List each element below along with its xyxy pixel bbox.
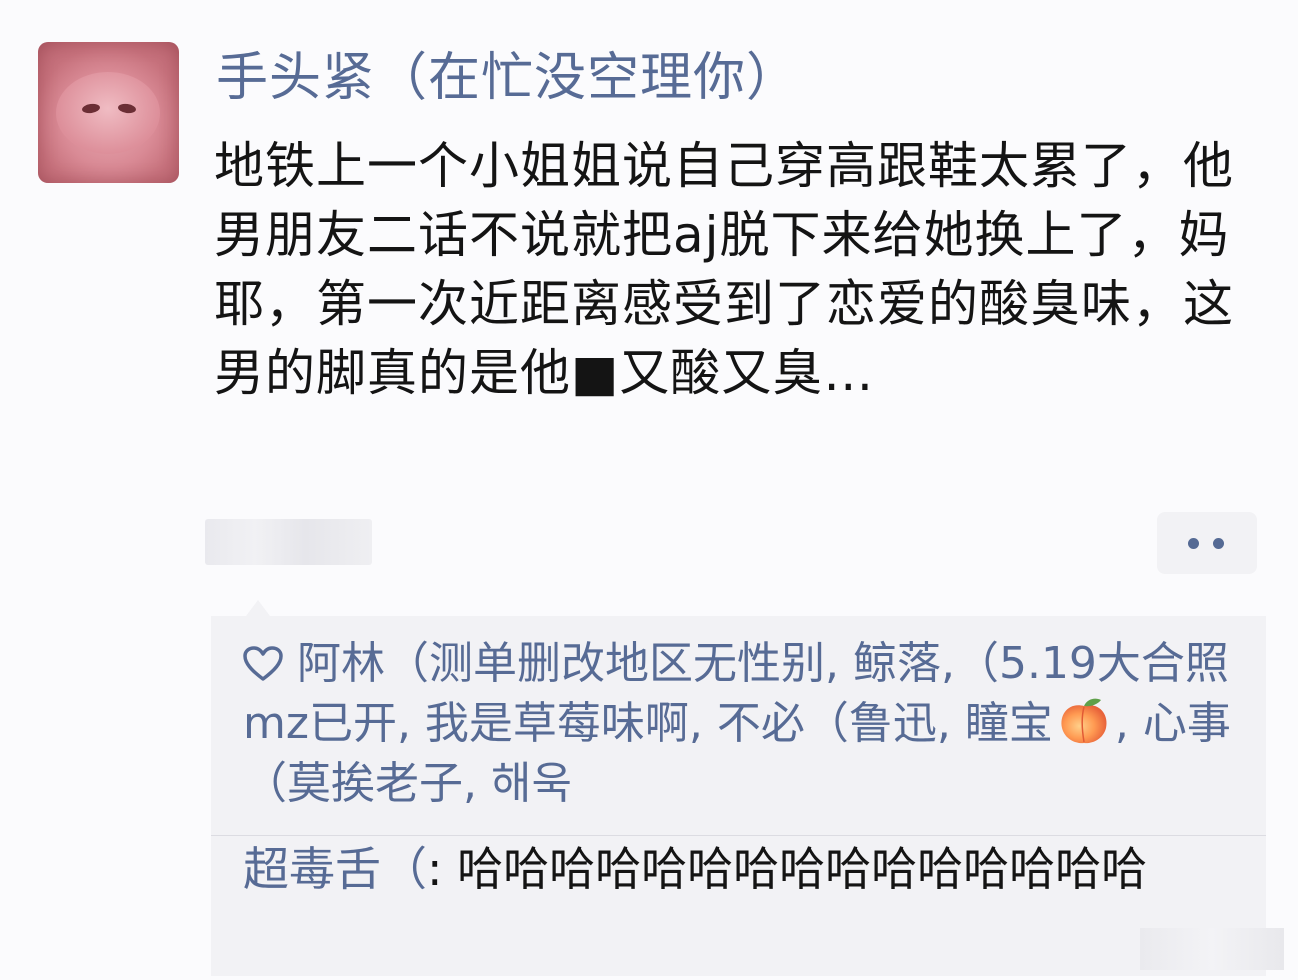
post-timestamp-blurred	[205, 519, 372, 565]
likes-comments-divider	[211, 835, 1266, 836]
comment-text: 哈哈哈哈哈哈哈哈哈哈哈哈哈哈哈	[457, 842, 1148, 896]
more-actions-button[interactable]	[1157, 512, 1257, 574]
likes-comments-panel: 阿林（测单删改地区无性别, 鲸落,（5.19大合照 mz已开, 我是草莓味啊, …	[211, 616, 1266, 976]
user-avatar[interactable]	[38, 42, 179, 183]
ellipsis-icon	[1188, 538, 1199, 549]
comment-author[interactable]: 超毒舌（	[243, 842, 427, 896]
heart-outline-icon	[243, 646, 283, 681]
comment-box-pointer	[246, 600, 270, 616]
peach-emoji	[1061, 698, 1107, 744]
comment-item[interactable]: 超毒舌（: 哈哈哈哈哈哈哈哈哈哈哈哈哈哈哈	[243, 838, 1243, 900]
post-username[interactable]: 手头紧（在忙没空理你）	[216, 46, 799, 110]
likes-list: 阿林（测单删改地区无性别, 鲸落,（5.19大合照 mz已开, 我是草莓味啊, …	[243, 634, 1243, 814]
watermark-blurred	[1140, 928, 1284, 970]
ellipsis-icon	[1213, 538, 1224, 549]
avatar-pig-snout	[56, 72, 160, 154]
comment-separator: :	[427, 842, 458, 896]
post-text: 地铁上一个小姐姐说自己穿高跟鞋太累了，他男朋友二话不说就把aj脱下来给她换上了，…	[214, 137, 1234, 402]
